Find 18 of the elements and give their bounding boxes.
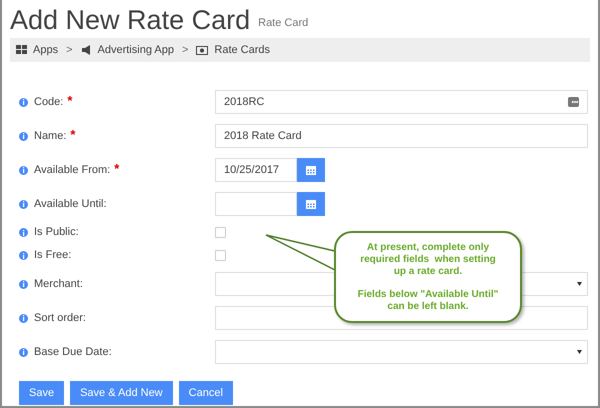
field-label: Sort order: xyxy=(34,310,86,326)
field-label: Is Free: xyxy=(34,248,72,264)
page-title: Add New Rate Card xyxy=(10,4,250,36)
chevron-separator: > xyxy=(180,42,190,58)
field-label: Code: xyxy=(34,94,64,110)
callout-text: At present, complete only required fields when setting up a rate card. xyxy=(359,242,497,278)
required-marker: * xyxy=(67,94,72,106)
page-subtitle: Rate Card xyxy=(258,16,308,30)
field-label: Is Public: xyxy=(34,225,79,240)
chevron-separator: > xyxy=(65,42,74,58)
field-label: Available From: xyxy=(34,162,110,178)
callout-text: Fields below "Available Until" can be left blank. xyxy=(356,288,500,312)
required-marker: * xyxy=(70,128,76,140)
field-label: Merchant: xyxy=(34,276,83,292)
field-label: Base Due Date: xyxy=(34,344,112,360)
required-marker: * xyxy=(114,162,120,174)
field-label: Available Until: xyxy=(34,196,107,212)
field-label: Name: xyxy=(34,128,66,144)
